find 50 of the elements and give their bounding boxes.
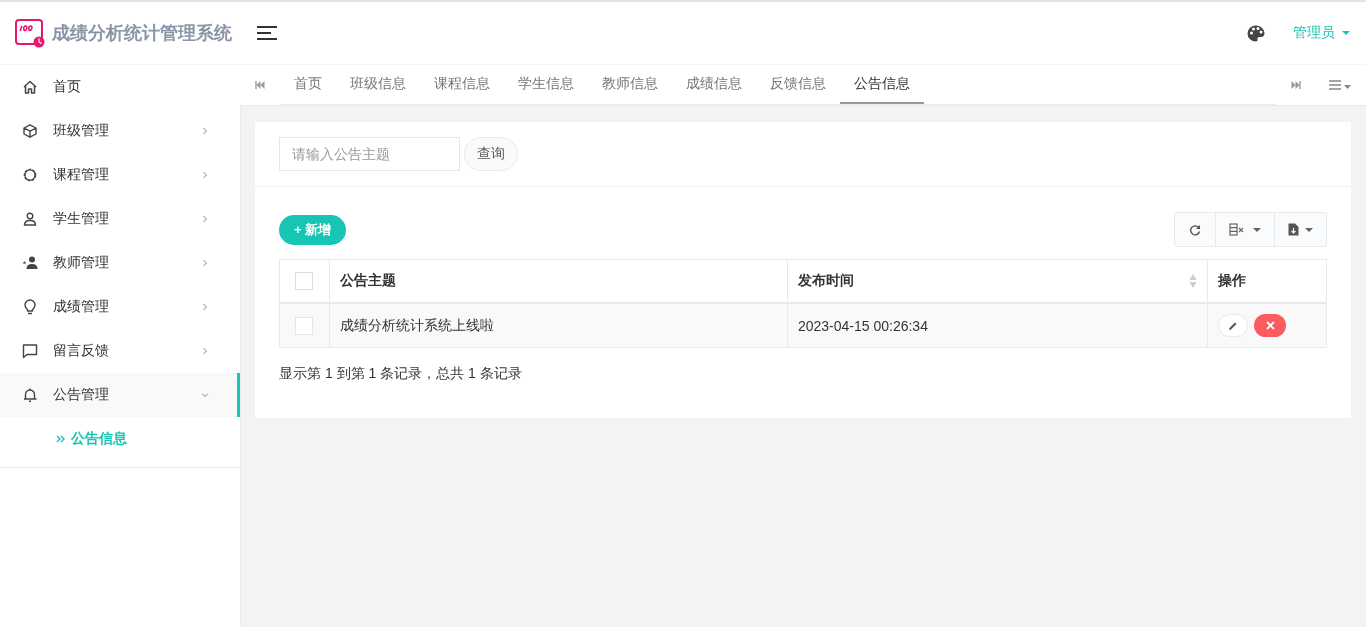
sidebar-item[interactable]: 班级管理 <box>0 109 240 153</box>
sidebar-item[interactable]: 教师管理 <box>0 241 240 285</box>
list-dropdown-icon[interactable] <box>1329 79 1353 91</box>
chat-icon <box>22 343 38 359</box>
file-download-icon <box>1288 223 1299 236</box>
sidebar-item[interactable]: 课程管理 <box>0 153 240 197</box>
page-tab[interactable]: 教师信息 <box>588 65 672 104</box>
pencil-icon <box>1228 320 1239 331</box>
page-tab[interactable]: 班级信息 <box>336 65 420 104</box>
gear-icon <box>22 167 38 183</box>
skip-forward-icon[interactable] <box>1291 81 1301 89</box>
delete-button[interactable] <box>1254 314 1287 337</box>
home-icon <box>22 79 38 95</box>
edit-button[interactable] <box>1218 314 1249 337</box>
menu-icon[interactable] <box>257 25 277 41</box>
page-tab[interactable]: 反馈信息 <box>756 65 840 104</box>
sidebar-item[interactable]: 留言反馈 <box>0 329 240 373</box>
table-cell: 成绩分析统计系统上线啦 <box>339 316 494 333</box>
sidebar-item[interactable]: 公告管理 <box>0 373 240 417</box>
cube-icon <box>22 123 38 139</box>
page-tab[interactable]: 首页 <box>280 65 336 104</box>
bell-icon <box>22 387 38 403</box>
pagination-info: 显示第 1 到第 1 条记录，总共 1 条记录 <box>279 365 522 383</box>
sort-icon[interactable] <box>1189 273 1198 289</box>
caret-icon <box>1342 31 1350 35</box>
refresh-icon <box>1189 223 1201 236</box>
column-header: 操作 <box>1218 272 1247 288</box>
palette-icon[interactable] <box>1247 24 1265 42</box>
column-header: 公告主题 <box>339 272 396 288</box>
sidebar-item[interactable]: 成绩管理 <box>0 285 240 329</box>
page-tab[interactable]: 课程信息 <box>420 65 504 104</box>
user-icon <box>22 211 38 227</box>
app-title: 成绩分析统计管理系统 <box>52 22 232 45</box>
sidebar-item[interactable]: 首页 <box>0 65 240 109</box>
page-tab[interactable]: 学生信息 <box>504 65 588 104</box>
page-tab[interactable]: 成绩信息 <box>672 65 756 104</box>
search-button[interactable]: 查询 <box>464 137 518 171</box>
lightbulb-icon <box>22 299 38 315</box>
skip-back-icon[interactable] <box>255 81 265 89</box>
page-tab[interactable]: 公告信息 <box>840 65 924 104</box>
select-all-checkbox[interactable] <box>295 272 314 291</box>
close-icon <box>1265 321 1275 330</box>
search-field[interactable]: 请输入公告主题 <box>279 137 460 171</box>
table-cell: 2023-04-15 00:26:34 <box>797 317 928 334</box>
row-checkbox[interactable] <box>295 316 314 335</box>
column-header[interactable]: 发布时间 <box>797 272 854 290</box>
logo-icon <box>14 17 46 49</box>
user-star-icon <box>22 255 38 271</box>
double-chevron-icon <box>56 435 65 443</box>
sidebar-item[interactable]: 学生管理 <box>0 197 240 241</box>
